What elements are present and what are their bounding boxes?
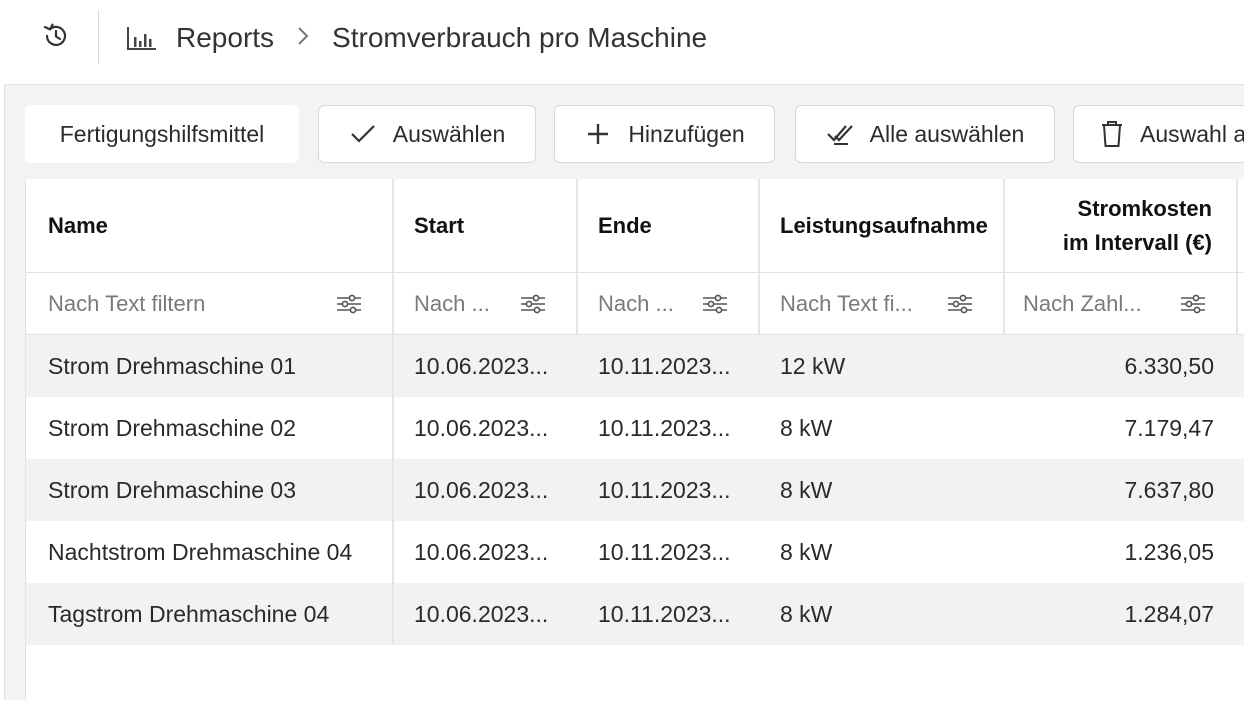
filter-row: Nach Text filtern Nach ... Nach ... Nach… xyxy=(26,273,1244,335)
chip-label: Fertigungshilfsmittel xyxy=(59,120,265,147)
clear-selection-button[interactable]: Auswahl a xyxy=(1073,105,1244,163)
filter-input-start[interactable]: Nach ... xyxy=(414,291,520,317)
cell-cost: 6.330,50 xyxy=(1124,352,1214,379)
filter-cell-start[interactable]: Nach ... xyxy=(394,273,578,334)
cell-name: Tagstrom Drehmaschine 04 xyxy=(26,583,394,645)
cell-end: 10.11.2023... xyxy=(598,352,731,379)
select-all-button-label: Alle auswählen xyxy=(869,120,1025,147)
table-row[interactable]: Nachtstrom Drehmaschine 04 10.06.2023...… xyxy=(26,521,1244,583)
cell-start: 10.06.2023... xyxy=(414,538,549,565)
history-button[interactable] xyxy=(38,22,74,54)
filter-cell-power[interactable]: Nach Text fi... xyxy=(760,273,1005,334)
cell-cost: 1.236,05 xyxy=(1124,538,1214,565)
add-button-label: Hinzufügen xyxy=(628,120,745,147)
filter-cell-cost[interactable]: Nach Zahl... xyxy=(1005,273,1238,334)
cell-cost: 1.284,07 xyxy=(1124,600,1214,627)
table-row[interactable]: Strom Drehmaschine 01 10.06.2023... 10.1… xyxy=(26,335,1244,397)
filter-input-power[interactable]: Nach Text fi... xyxy=(780,291,947,317)
table-row[interactable]: Tagstrom Drehmaschine 04 10.06.2023... 1… xyxy=(26,583,1244,645)
cost-header-line2: im Intervall (€) xyxy=(1062,229,1212,255)
table-row[interactable]: Strom Drehmaschine 02 10.06.2023... 10.1… xyxy=(26,397,1244,459)
bar-chart-icon xyxy=(126,24,158,52)
content-panel: Fertigungshilfsmittel Auswählen Hinzufüg… xyxy=(4,84,1244,701)
cell-power: 12 kW xyxy=(780,352,846,379)
trash-icon xyxy=(1100,120,1124,148)
chevron-right-icon xyxy=(296,23,310,54)
select-button-label: Auswählen xyxy=(392,120,506,147)
filter-cell-name[interactable]: Nach Text filtern xyxy=(26,273,394,334)
filter-settings-icon[interactable] xyxy=(1180,293,1206,315)
column-header-name[interactable]: Name xyxy=(26,179,394,272)
cell-power: 8 kW xyxy=(780,414,833,441)
filter-cell-end[interactable]: Nach ... xyxy=(578,273,760,334)
cell-name: Strom Drehmaschine 01 xyxy=(26,335,394,397)
table-header-row: Name Start Ende Leistungsaufnahme Stromk… xyxy=(26,179,1244,273)
breadcrumb-reports-link[interactable]: Reports xyxy=(176,22,274,54)
filter-chip-fertigungshilfsmittel[interactable]: Fertigungshilfsmittel xyxy=(25,105,299,163)
filter-input-name[interactable]: Nach Text filtern xyxy=(48,291,336,317)
cell-start: 10.06.2023... xyxy=(414,414,549,441)
cell-start: 10.06.2023... xyxy=(414,476,549,503)
cell-power: 8 kW xyxy=(780,538,833,565)
column-header-cost[interactable]: Stromkosten im Intervall (€) xyxy=(1005,179,1238,272)
cell-name: Nachtstrom Drehmaschine 04 xyxy=(26,521,394,583)
filter-settings-icon[interactable] xyxy=(702,293,728,315)
filter-input-end[interactable]: Nach ... xyxy=(598,291,702,317)
table-row[interactable]: Strom Drehmaschine 03 10.06.2023... 10.1… xyxy=(26,459,1244,521)
check-icon xyxy=(349,120,377,148)
filter-input-cost[interactable]: Nach Zahl... xyxy=(1023,291,1180,317)
add-button[interactable]: Hinzufügen xyxy=(554,105,775,163)
select-button[interactable]: Auswählen xyxy=(318,105,536,163)
cell-end: 10.11.2023... xyxy=(598,414,731,441)
toolbar: Fertigungshilfsmittel Auswählen Hinzufüg… xyxy=(5,85,1244,179)
clear-selection-button-label: Auswahl a xyxy=(1140,120,1244,147)
cell-end: 10.11.2023... xyxy=(598,538,731,565)
data-table: Name Start Ende Leistungsaufnahme Stromk… xyxy=(25,179,1244,701)
cell-name: Strom Drehmaschine 03 xyxy=(26,459,394,521)
column-header-start[interactable]: Start xyxy=(394,179,578,272)
double-check-icon xyxy=(826,120,854,148)
cell-cost: 7.179,47 xyxy=(1124,414,1214,441)
filter-settings-icon[interactable] xyxy=(336,293,362,315)
breadcrumb-current: Stromverbrauch pro Maschine xyxy=(332,22,708,53)
filter-settings-icon[interactable] xyxy=(520,293,546,315)
cell-end: 10.11.2023... xyxy=(598,476,731,503)
cell-start: 10.06.2023... xyxy=(414,600,549,627)
cost-header-line1: Stromkosten xyxy=(1077,195,1212,221)
history-icon xyxy=(41,21,71,56)
select-all-button[interactable]: Alle auswählen xyxy=(795,105,1055,163)
plus-icon xyxy=(584,120,612,148)
filter-settings-icon[interactable] xyxy=(947,293,973,315)
cell-end: 10.11.2023... xyxy=(598,600,731,627)
column-header-end[interactable]: Ende xyxy=(578,179,760,272)
cell-power: 8 kW xyxy=(780,476,833,503)
cell-power: 8 kW xyxy=(780,600,833,627)
topbar-divider xyxy=(98,10,99,64)
breadcrumb: Reports Stromverbrauch pro Maschine xyxy=(126,18,707,58)
cell-cost: 7.637,80 xyxy=(1124,476,1214,503)
column-header-power[interactable]: Leistungsaufnahme xyxy=(760,179,1005,272)
cell-start: 10.06.2023... xyxy=(414,352,549,379)
top-bar: Reports Stromverbrauch pro Maschine xyxy=(0,0,1244,84)
cell-name: Strom Drehmaschine 02 xyxy=(26,397,394,459)
